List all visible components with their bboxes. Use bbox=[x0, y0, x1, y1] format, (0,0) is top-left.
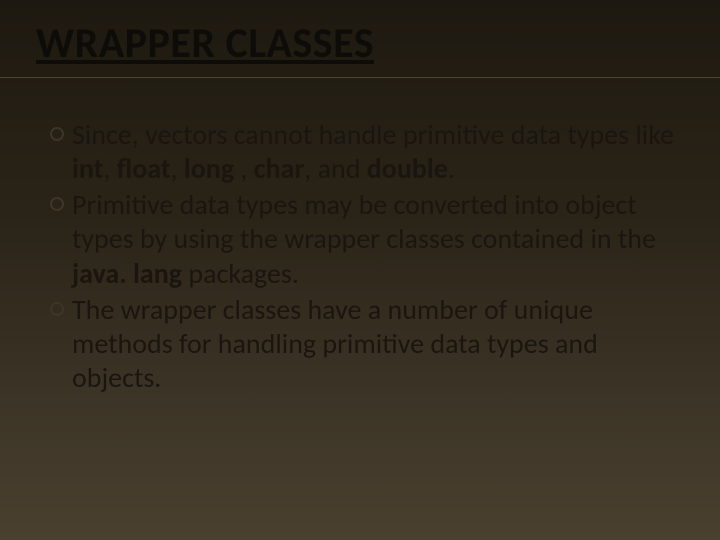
keyword-javalang: java. lang bbox=[72, 256, 182, 291]
content-area: Since, vectors cannot handle primitive d… bbox=[30, 118, 690, 395]
bullet-item-2: Primitive data types may be converted in… bbox=[50, 188, 680, 290]
text: , bbox=[171, 151, 184, 186]
slide-title: WRAPPER CLASSES bbox=[30, 18, 690, 69]
text: packages. bbox=[182, 256, 299, 291]
keyword-double: double bbox=[367, 151, 448, 186]
title-divider bbox=[0, 77, 720, 78]
text: Primitive data types may be converted in… bbox=[72, 187, 656, 256]
bullet-text-3: The wrapper classes have a number of uni… bbox=[72, 293, 680, 395]
bullet-icon bbox=[50, 197, 64, 211]
slide: WRAPPER CLASSES Since, vectors cannot ha… bbox=[0, 0, 720, 540]
bullet-item-1: Since, vectors cannot handle primitive d… bbox=[50, 118, 680, 186]
bullet-icon bbox=[50, 127, 64, 141]
keyword-float: float bbox=[117, 151, 171, 186]
text: Since, vectors cannot handle primitive d… bbox=[72, 117, 674, 152]
bullet-icon bbox=[50, 302, 64, 316]
keyword-char: char bbox=[254, 151, 305, 186]
text: , bbox=[234, 151, 254, 186]
text: . bbox=[448, 151, 455, 186]
bullet-item-3: The wrapper classes have a number of uni… bbox=[50, 293, 680, 395]
bullet-text-1: Since, vectors cannot handle primitive d… bbox=[72, 118, 680, 186]
keyword-long: long bbox=[184, 151, 234, 186]
keyword-int: int bbox=[72, 151, 103, 186]
bullet-text-2: Primitive data types may be converted in… bbox=[72, 188, 680, 290]
text: , bbox=[103, 151, 116, 186]
text: The wrapper classes have a number of uni… bbox=[72, 292, 598, 395]
text: , and bbox=[304, 151, 366, 186]
